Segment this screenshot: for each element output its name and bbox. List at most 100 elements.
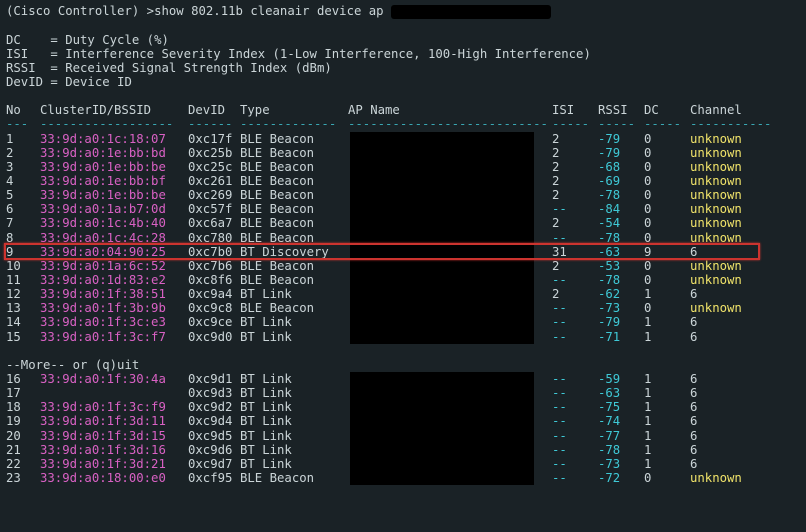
- cell-bssid: 33:9d:a0:1e:bb:bd: [40, 146, 188, 160]
- cell-bssid: [40, 386, 188, 400]
- cell-devid: 0xc9c8: [188, 301, 240, 315]
- cell-bssid: 33:9d:a0:1f:3d:16: [40, 443, 188, 457]
- blank-line: [6, 344, 800, 358]
- cell-type: BT Link: [240, 457, 348, 471]
- cell-dc: 0: [644, 188, 690, 202]
- table-row: 2133:9d:a0:1f:3d:160xc9d6BT Link---7816: [6, 443, 800, 457]
- cell-rssi: -79: [598, 315, 644, 329]
- cell-dc: 1: [644, 330, 690, 344]
- cell-isi: 2: [552, 259, 598, 273]
- cell-type: BT Link: [240, 429, 348, 443]
- cell-chan: 6: [690, 287, 770, 301]
- cell-ap: [348, 471, 552, 485]
- col-header-bssid: ClusterID/BSSID: [40, 103, 188, 117]
- cell-ap: [348, 188, 552, 202]
- cell-rssi: -78: [598, 231, 644, 245]
- cell-ap: [348, 330, 552, 344]
- cell-devid: 0xc269: [188, 188, 240, 202]
- cell-no: 5: [6, 188, 40, 202]
- cell-devid: 0xc780: [188, 231, 240, 245]
- redacted-ap: [350, 287, 534, 301]
- cell-devid: 0xc8f6: [188, 273, 240, 287]
- cell-chan: unknown: [690, 146, 770, 160]
- cell-devid: 0xc9d6: [188, 443, 240, 457]
- cell-isi: 31: [552, 245, 598, 259]
- more-prompt[interactable]: --More-- or (q)uit: [6, 358, 800, 372]
- table-row: 1633:9d:a0:1f:30:4a0xc9d1BT Link---5916: [6, 372, 800, 386]
- cell-chan: unknown: [690, 174, 770, 188]
- cell-isi: 2: [552, 287, 598, 301]
- cell-chan: unknown: [690, 160, 770, 174]
- cell-type: BLE Beacon: [240, 301, 348, 315]
- table-row: 133:9d:a0:1c:18:070xc17fBLE Beacon2-790u…: [6, 132, 800, 146]
- cell-chan: unknown: [690, 231, 770, 245]
- legend-line: ISI = Interference Severity Index (1-Low…: [6, 47, 800, 61]
- cell-ap: [348, 315, 552, 329]
- table-row: 633:9d:a0:1a:b7:0d0xc57fBLE Beacon---840…: [6, 202, 800, 216]
- cell-rssi: -62: [598, 287, 644, 301]
- col-header-type: Type: [240, 103, 348, 117]
- col-header-devid: DevID: [188, 103, 240, 117]
- cell-no: 6: [6, 202, 40, 216]
- cell-type: BLE Beacon: [240, 188, 348, 202]
- cell-chan: 6: [690, 429, 770, 443]
- table-row: 1833:9d:a0:1f:3c:f90xc9d2BT Link---7516: [6, 400, 800, 414]
- cell-type: BLE Beacon: [240, 259, 348, 273]
- col-header-ap: AP Name: [348, 103, 552, 117]
- cell-dc: 0: [644, 259, 690, 273]
- cell-bssid: 33:9d:a0:1f:3d:11: [40, 414, 188, 428]
- cell-no: 15: [6, 330, 40, 344]
- cell-chan: 6: [690, 315, 770, 329]
- cell-no: 21: [6, 443, 40, 457]
- cell-isi: 2: [552, 216, 598, 230]
- redacted-ap: [350, 414, 534, 428]
- redacted-ap: [350, 372, 534, 386]
- cell-ap: [348, 273, 552, 287]
- cell-rssi: -53: [598, 259, 644, 273]
- cell-chan: 6: [690, 457, 770, 471]
- table-body-1: 133:9d:a0:1c:18:070xc17fBLE Beacon2-790u…: [6, 132, 800, 344]
- cell-type: BLE Beacon: [240, 273, 348, 287]
- cell-dc: 1: [644, 400, 690, 414]
- command: show 802.11b cleanair device ap: [154, 4, 391, 18]
- cell-isi: --: [552, 443, 598, 457]
- table-row: 1133:9d:a0:1d:83:e20xc8f6BLE Beacon---78…: [6, 273, 800, 287]
- cell-dc: 0: [644, 471, 690, 485]
- cell-isi: --: [552, 429, 598, 443]
- cell-dc: 0: [644, 160, 690, 174]
- cell-devid: 0xc25b: [188, 146, 240, 160]
- cell-isi: --: [552, 330, 598, 344]
- cell-no: 3: [6, 160, 40, 174]
- cell-isi: 2: [552, 160, 598, 174]
- cell-devid: 0xc7b6: [188, 259, 240, 273]
- cell-ap: [348, 457, 552, 471]
- cell-isi: --: [552, 414, 598, 428]
- redacted-ap: [350, 400, 534, 414]
- cell-ap: [348, 386, 552, 400]
- cell-rssi: -73: [598, 457, 644, 471]
- cell-rssi: -78: [598, 273, 644, 287]
- table-row: 533:9d:a0:1e:bb:be0xc269BLE Beacon2-780u…: [6, 188, 800, 202]
- redacted-ap: [350, 273, 534, 287]
- cell-no: 19: [6, 414, 40, 428]
- cell-no: 11: [6, 273, 40, 287]
- redacted-ap: [350, 174, 534, 188]
- cell-type: BT Link: [240, 443, 348, 457]
- cell-bssid: 33:9d:a0:1a:6c:52: [40, 259, 188, 273]
- cell-bssid: 33:9d:a0:1e:bb:be: [40, 188, 188, 202]
- cell-no: 10: [6, 259, 40, 273]
- cell-chan: 6: [690, 330, 770, 344]
- cell-rssi: -54: [598, 216, 644, 230]
- cell-isi: --: [552, 301, 598, 315]
- cell-chan: 6: [690, 245, 770, 259]
- redacted-ap: [350, 457, 534, 471]
- table-row: 733:9d:a0:1c:4b:400xc6a7BLE Beacon2-540u…: [6, 216, 800, 230]
- cell-devid: 0xc25c: [188, 160, 240, 174]
- cell-devid: 0xc57f: [188, 202, 240, 216]
- col-header-rssi: RSSI: [598, 103, 644, 117]
- cell-dc: 1: [644, 443, 690, 457]
- cell-isi: --: [552, 386, 598, 400]
- table-header: No ClusterID/BSSID DevID Type AP Name IS…: [6, 103, 800, 117]
- cell-dc: 1: [644, 372, 690, 386]
- cell-type: BLE Beacon: [240, 146, 348, 160]
